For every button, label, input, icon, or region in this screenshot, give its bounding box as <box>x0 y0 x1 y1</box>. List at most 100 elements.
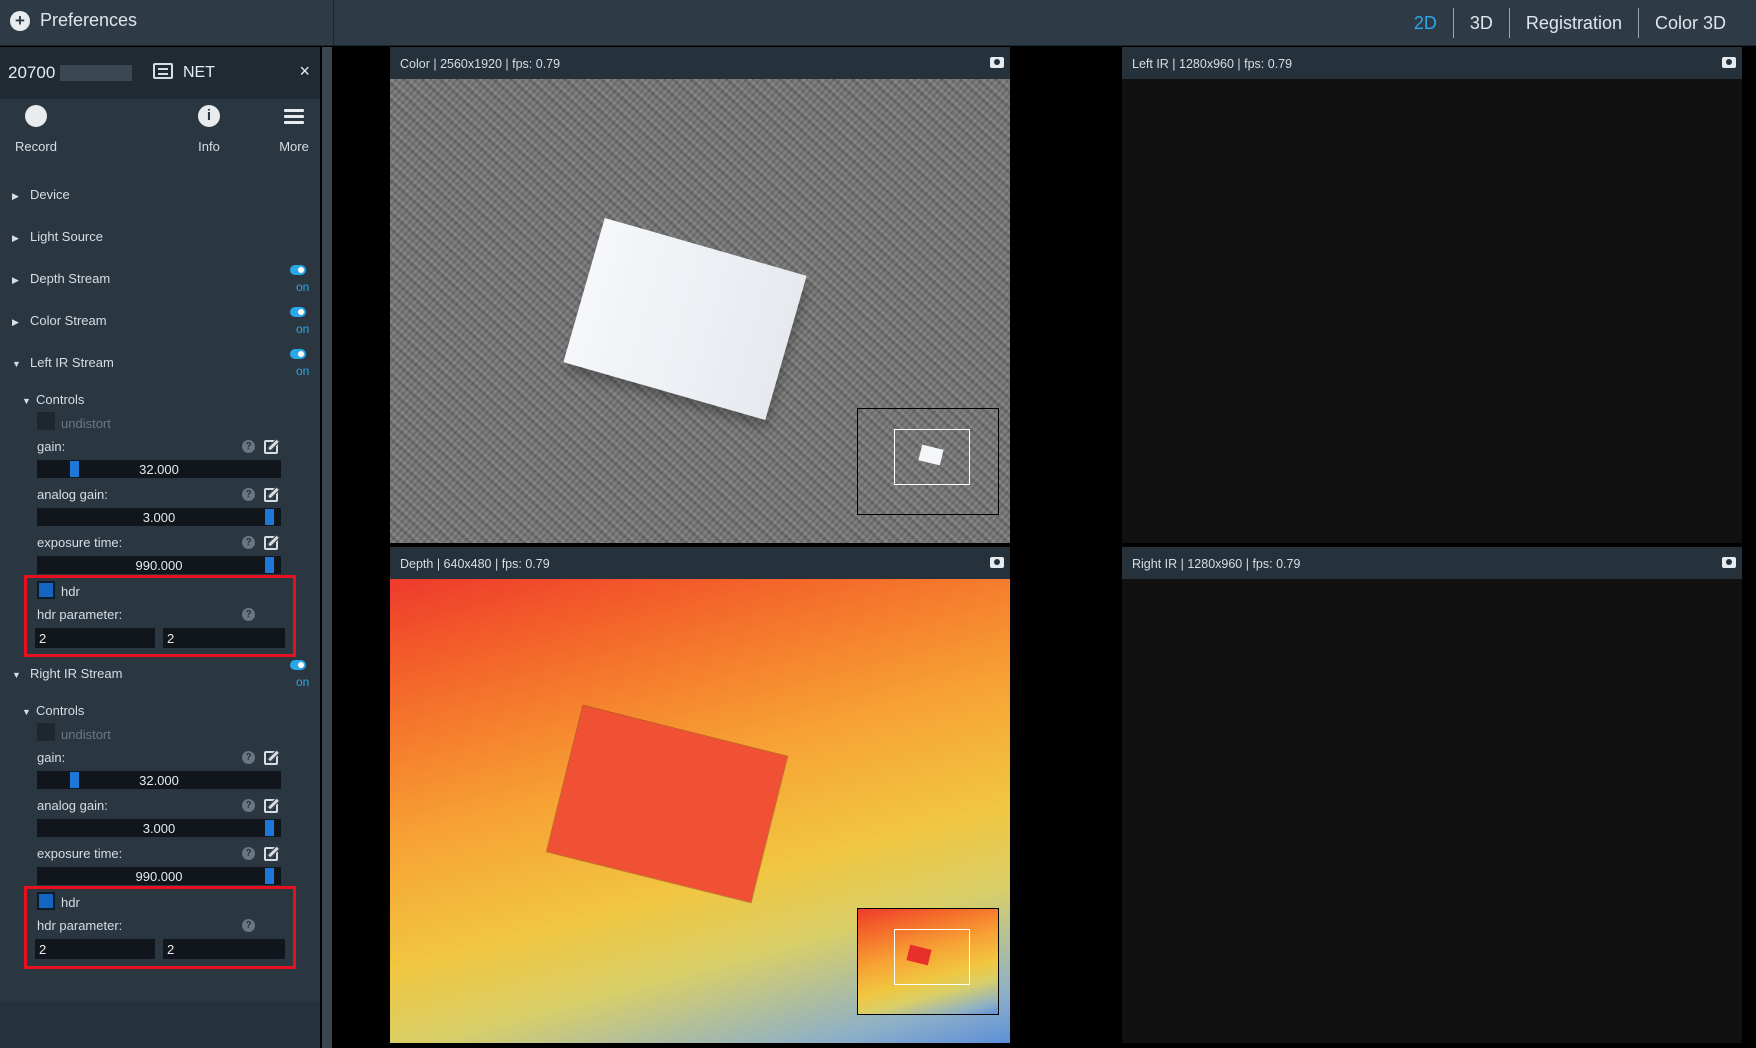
section-color-stream[interactable]: ▶ Color Stream <box>12 313 107 328</box>
sidebar-panel: 20700 NET × Record i Info More ▶ Device ▶… <box>0 47 320 1002</box>
right-ir-image <box>1122 579 1742 1043</box>
collapse-arrow-icon: ▼ <box>22 707 31 717</box>
analog-gain-label: analog gain: <box>37 487 108 502</box>
more-button[interactable]: More <box>264 105 324 154</box>
right-ir-gain-slider[interactable]: 32.000 <box>37 771 281 789</box>
edit-icon[interactable] <box>264 440 278 454</box>
ethernet-icon <box>153 63 173 79</box>
undistort-label: undistort <box>61 727 111 742</box>
view-header: Left IR | 1280x960 | fps: 0.79 <box>1122 47 1742 79</box>
record-icon <box>25 105 47 127</box>
right-ir-hdr-checkbox[interactable] <box>37 892 55 910</box>
help-icon[interactable]: ? <box>242 536 255 549</box>
section-label: Device <box>30 187 70 202</box>
help-icon[interactable]: ? <box>242 440 255 453</box>
slider-value: 990.000 <box>135 869 183 884</box>
analog-gain-label: analog gain: <box>37 798 108 813</box>
left-ir-view[interactable]: Left IR | 1280x960 | fps: 0.79 <box>1122 47 1742 543</box>
tab-color-3d[interactable]: Color 3D <box>1637 8 1742 38</box>
left-ir-controls[interactable]: ▼ Controls <box>22 392 84 407</box>
gain-label: gain: <box>37 750 66 765</box>
right-ir-exposure-slider[interactable]: 990.000 <box>37 867 281 885</box>
help-icon[interactable]: ? <box>242 919 255 932</box>
controls-label: Controls <box>36 392 85 407</box>
expand-arrow-icon: ▶ <box>12 233 19 243</box>
left-ir-image <box>1122 79 1742 543</box>
preferences-button[interactable]: + Preferences <box>10 10 137 31</box>
serial-redaction <box>60 65 132 81</box>
hdr-parameter-label: hdr parameter: <box>37 607 123 622</box>
depth-view[interactable]: Depth | 640x480 | fps: 0.79 <box>390 547 1010 1043</box>
collapse-arrow-icon: ▼ <box>22 396 31 406</box>
edit-icon[interactable] <box>264 488 278 502</box>
connection-type: NET <box>183 64 215 81</box>
section-light-source[interactable]: ▶ Light Source <box>12 229 103 244</box>
help-icon[interactable]: ? <box>242 608 255 621</box>
section-left-ir-stream[interactable]: ▼ Left IR Stream <box>12 355 114 370</box>
edit-icon[interactable] <box>264 847 278 861</box>
left-ir-on-label: on <box>296 364 310 378</box>
topbar-divider <box>333 0 334 46</box>
tab-3d[interactable]: 3D <box>1452 8 1509 38</box>
close-device-button[interactable]: × <box>299 61 310 82</box>
help-icon[interactable]: ? <box>242 799 255 812</box>
section-label: Left IR Stream <box>30 355 114 370</box>
left-ir-toggle[interactable] <box>290 349 306 359</box>
right-ir-toggle[interactable] <box>290 660 306 670</box>
view-title: Right IR | 1280x960 | fps: 0.79 <box>1132 557 1301 571</box>
left-ir-hdr-param-2[interactable]: 2 <box>163 628 285 648</box>
view-title: Depth | 640x480 | fps: 0.79 <box>400 557 550 571</box>
slider-value: 990.000 <box>135 558 183 573</box>
minimap[interactable] <box>857 408 999 515</box>
view-title: Left IR | 1280x960 | fps: 0.79 <box>1132 57 1293 71</box>
info-label: Info <box>198 139 220 154</box>
section-label: Depth Stream <box>30 271 111 286</box>
depth-stream-toggle[interactable] <box>290 265 306 275</box>
edit-icon[interactable] <box>264 799 278 813</box>
sidebar-scrollbar[interactable] <box>322 47 332 1048</box>
left-ir-exposure-slider[interactable]: 990.000 <box>37 556 281 574</box>
record-label: Record <box>15 139 57 154</box>
camera-icon[interactable] <box>990 557 1004 568</box>
color-view[interactable]: Color | 2560x1920 | fps: 0.79 <box>390 47 1010 543</box>
section-right-ir-stream[interactable]: ▼ Right IR Stream <box>12 666 122 681</box>
tab-2d[interactable]: 2D <box>1398 8 1453 38</box>
color-stream-toggle[interactable] <box>290 307 306 317</box>
depth-object <box>546 705 788 903</box>
help-icon[interactable]: ? <box>242 751 255 764</box>
right-ir-hdr-param-1[interactable]: 2 <box>35 939 155 959</box>
camera-icon[interactable] <box>1722 57 1736 68</box>
right-ir-hdr-param-2[interactable]: 2 <box>163 939 285 959</box>
more-label: More <box>279 139 309 154</box>
minimap[interactable] <box>857 908 999 1015</box>
record-button[interactable]: Record <box>6 105 66 154</box>
tab-registration[interactable]: Registration <box>1508 8 1638 38</box>
view-header: Right IR | 1280x960 | fps: 0.79 <box>1122 547 1742 579</box>
edit-icon[interactable] <box>264 536 278 550</box>
hdr-parameter-label: hdr parameter: <box>37 918 123 933</box>
controls-label: Controls <box>36 703 85 718</box>
undistort-label: undistort <box>61 416 111 431</box>
left-ir-analog-gain-slider[interactable]: 3.000 <box>37 508 281 526</box>
left-ir-gain-slider[interactable]: 32.000 <box>37 460 281 478</box>
camera-icon[interactable] <box>990 57 1004 68</box>
info-button[interactable]: i Info <box>179 105 239 154</box>
right-ir-undistort-checkbox[interactable] <box>37 723 55 741</box>
left-ir-hdr-checkbox[interactable] <box>37 581 55 599</box>
right-ir-controls[interactable]: ▼ Controls <box>22 703 84 718</box>
left-ir-undistort-checkbox[interactable] <box>37 412 55 430</box>
right-ir-analog-gain-slider[interactable]: 3.000 <box>37 819 281 837</box>
section-depth-stream[interactable]: ▶ Depth Stream <box>12 271 110 286</box>
slider-value: 32.000 <box>139 462 179 477</box>
right-ir-view[interactable]: Right IR | 1280x960 | fps: 0.79 <box>1122 547 1742 1043</box>
section-device[interactable]: ▶ Device <box>12 187 70 202</box>
left-ir-hdr-param-1[interactable]: 2 <box>35 628 155 648</box>
edit-icon[interactable] <box>264 751 278 765</box>
exposure-time-label: exposure time: <box>37 535 123 550</box>
help-icon[interactable]: ? <box>242 488 255 501</box>
help-icon[interactable]: ? <box>242 847 255 860</box>
exposure-time-label: exposure time: <box>37 846 123 861</box>
preferences-label: Preferences <box>40 10 138 30</box>
device-serial: 20700 <box>8 63 56 82</box>
camera-icon[interactable] <box>1722 557 1736 568</box>
